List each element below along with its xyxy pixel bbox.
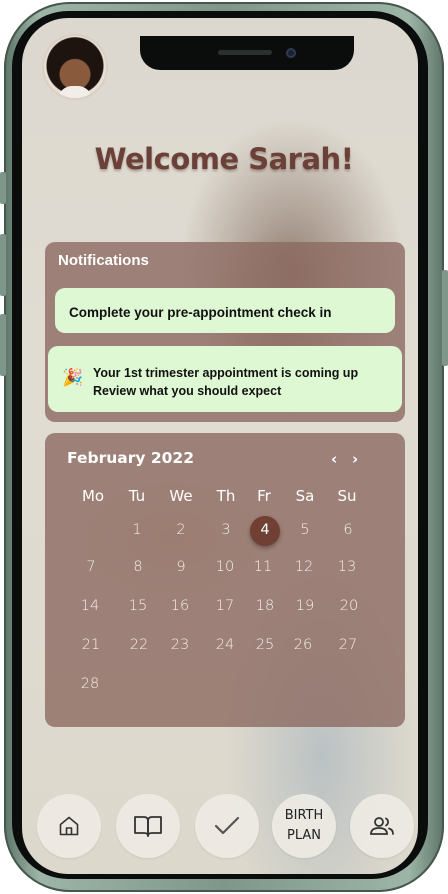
notch: [140, 36, 354, 70]
side-button: [0, 314, 6, 376]
party-popper-icon: 🎉: [62, 368, 84, 387]
calendar-day[interactable]: 21: [71, 637, 111, 653]
next-month-button[interactable]: ›: [352, 450, 358, 468]
home-icon: [59, 816, 79, 836]
speaker: [218, 50, 272, 55]
calendar-day[interactable]: 22: [119, 637, 159, 653]
calendar-day[interactable]: 3: [206, 522, 246, 538]
camera: [286, 48, 296, 58]
welcome-title: Welcome Sarah!: [94, 142, 354, 176]
calendar-day[interactable]: 14: [70, 598, 110, 614]
appointment-notification-title: Your 1st trimester appointment is coming…: [93, 366, 359, 380]
calendar-month: February 2022: [67, 449, 194, 467]
people-icon: [370, 817, 394, 835]
calendar-day[interactable]: 7: [71, 559, 111, 575]
calendar-day-selected[interactable]: 4: [245, 522, 285, 538]
home-button[interactable]: [37, 794, 101, 858]
weekday-label: Su: [337, 487, 357, 505]
calendar-day[interactable]: 13: [327, 559, 367, 575]
calendar-day[interactable]: 11: [243, 559, 283, 575]
side-button: [442, 270, 448, 366]
weekday-label: Tu: [128, 487, 146, 505]
calendar-day[interactable]: 10: [205, 559, 245, 575]
side-button: [0, 172, 6, 204]
calendar-day[interactable]: 23: [160, 637, 200, 653]
checkin-notification-text: Complete your pre-appointment check in: [69, 305, 332, 320]
calendar-day[interactable]: 27: [328, 637, 368, 653]
side-button: [0, 234, 6, 296]
avatar-shirt: [58, 86, 92, 98]
calendar-day[interactable]: 19: [285, 598, 325, 614]
notifications-title: Notifications: [58, 252, 149, 269]
calendar-day[interactable]: 25: [245, 637, 285, 653]
weekday-label: We: [169, 487, 193, 505]
birth-plan-label-line2: PLAN: [287, 828, 321, 843]
community-button[interactable]: [350, 794, 414, 858]
calendar-day[interactable]: 12: [284, 559, 324, 575]
calendar-day[interactable]: 28: [70, 676, 110, 692]
calendar-day[interactable]: 9: [161, 559, 201, 575]
weekday-label: Sa: [295, 487, 315, 505]
checkmark-icon: [214, 816, 240, 835]
calendar-day[interactable]: 16: [160, 598, 200, 614]
calendar-day[interactable]: 20: [329, 598, 369, 614]
weekday-label: Th: [216, 487, 236, 505]
weekday-label: Fr: [257, 487, 271, 505]
calendar-day[interactable]: 24: [205, 637, 245, 653]
learn-button[interactable]: [116, 794, 180, 858]
calendar-day[interactable]: 18: [245, 598, 285, 614]
checkin-notification[interactable]: Complete your pre-appointment check in: [55, 288, 395, 333]
birth-plan-label: BIRTH PLAN: [285, 806, 324, 846]
calendar-day[interactable]: 6: [328, 522, 368, 538]
appointment-notification-subtitle: Review what you should expect: [93, 384, 282, 398]
weekday-label: Mo: [81, 487, 105, 505]
calendar-day[interactable]: 5: [285, 522, 325, 538]
checklist-button[interactable]: [195, 794, 259, 858]
birth-plan-button[interactable]: BIRTH PLAN: [272, 794, 336, 858]
calendar-day[interactable]: 15: [118, 598, 158, 614]
previous-month-button[interactable]: ‹: [331, 450, 337, 468]
avatar[interactable]: [44, 36, 106, 98]
book-icon: [134, 816, 162, 837]
birth-plan-label-line1: BIRTH: [284, 808, 324, 823]
calendar-day[interactable]: 8: [118, 559, 158, 575]
calendar-day[interactable]: 2: [161, 522, 201, 538]
appointment-notification[interactable]: 🎉 Your 1st trimester appointment is comi…: [48, 346, 402, 412]
calendar-day[interactable]: 26: [283, 637, 323, 653]
calendar-day[interactable]: 17: [205, 598, 245, 614]
calendar-day[interactable]: 1: [117, 522, 157, 538]
